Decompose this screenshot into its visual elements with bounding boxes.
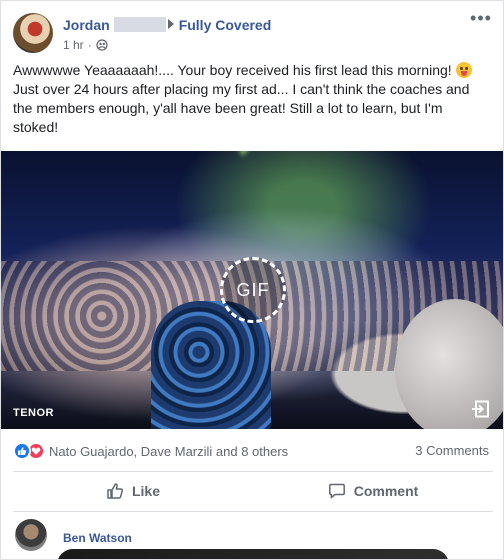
group-name-link[interactable]: Fully Covered — [179, 17, 272, 33]
comment-button-label: Comment — [353, 483, 419, 499]
tongue-emoji-icon — [455, 62, 472, 78]
like-button-label: Like — [131, 483, 160, 499]
arrow-right-icon — [167, 19, 174, 29]
comment-media-preview[interactable] — [57, 549, 449, 559]
commenter-name[interactable]: Ben Watson — [63, 531, 132, 545]
more-options-icon[interactable]: ••• — [469, 9, 493, 31]
commenter-avatar[interactable] — [15, 519, 47, 551]
like-button[interactable]: Like — [13, 473, 253, 509]
gif-media[interactable]: GIF TENOR — [1, 151, 503, 429]
divider — [13, 511, 493, 512]
post-card: Jordan Fully Covered 1 hr · ••• Awwwwwe Y… — [0, 0, 504, 560]
divider — [13, 471, 493, 472]
action-bar: Like Comment — [13, 473, 493, 509]
post-message-text: Awwwwwe Yeaaaaaah!.... Your boy received… — [13, 62, 456, 78]
post-message: Awwwwwe Yeaaaaaah!.... Your boy received… — [13, 61, 483, 137]
post-message-text-continued: Just over 24 hours after placing my firs… — [13, 81, 470, 135]
gif-play-badge[interactable]: GIF — [220, 257, 286, 323]
group-privacy-icon — [96, 39, 108, 51]
thumbs-up-icon — [107, 483, 124, 499]
like-reaction-icon — [13, 442, 31, 460]
comment-button[interactable]: Comment — [253, 473, 493, 509]
comment-item: Ben Watson — [15, 519, 495, 559]
post-timestamp[interactable]: 1 hr — [63, 38, 84, 52]
reactors-names[interactable]: Nato Guajardo, Dave Marzili and 8 others — [49, 444, 288, 459]
meta-separator: · — [87, 38, 92, 52]
comment-count-link[interactable]: 3 Comments — [415, 443, 489, 458]
author-name[interactable]: Jordan — [63, 17, 110, 33]
reactions-summary[interactable]: Nato Guajardo, Dave Marzili and 8 others — [13, 441, 288, 461]
redacted-last-name — [113, 17, 166, 32]
post-names: Jordan Fully Covered — [63, 17, 271, 33]
laser-light — [238, 151, 353, 156]
tenor-provider-label: TENOR — [13, 407, 54, 419]
open-external-icon[interactable] — [471, 399, 491, 419]
post-header: Jordan Fully Covered 1 hr · ••• — [13, 9, 493, 57]
post-meta: 1 hr · — [63, 38, 108, 52]
author-avatar[interactable] — [13, 13, 53, 53]
comment-bubble-icon — [328, 483, 345, 499]
